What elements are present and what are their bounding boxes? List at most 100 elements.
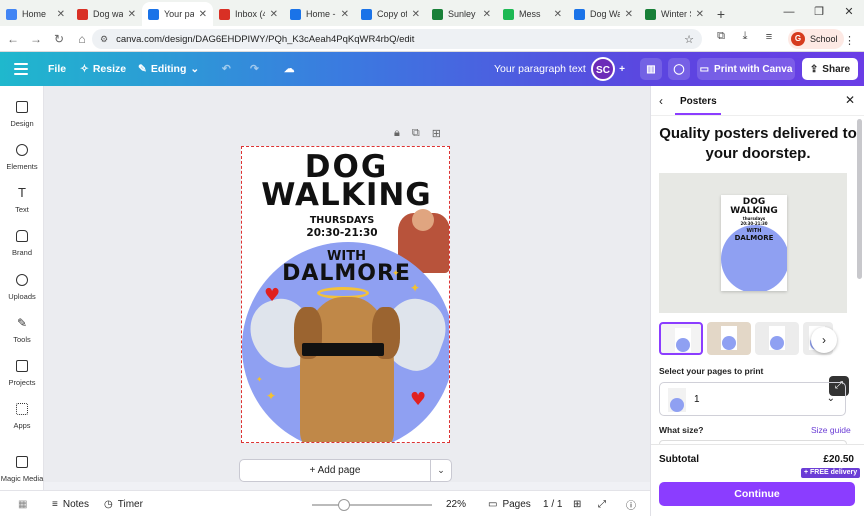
grid-view-button[interactable]: ⊞ <box>573 491 581 516</box>
sidebar-item-label: Brand <box>11 248 32 257</box>
browser-tab-bar: Home ✕ Dog wal ✕ Your pa ✕ Inbox (4 ✕ Home - ✕ Cop… <box>0 0 864 26</box>
bottom-left-icon[interactable]: ▦ <box>18 491 27 516</box>
close-tab-icon[interactable]: ✕ <box>696 9 704 20</box>
back-arrow-icon[interactable]: ‹ <box>659 94 663 108</box>
heart-icon: ♥ <box>264 285 281 306</box>
minimize-icon[interactable]: — <box>774 0 804 24</box>
continue-button[interactable]: Continue <box>659 482 855 506</box>
comments-button[interactable]: ◯ <box>668 58 690 80</box>
zoom-value[interactable]: 22% <box>446 491 466 516</box>
browser-tab[interactable]: Home - ✕ <box>284 2 355 26</box>
zoom-slider-knob[interactable] <box>338 499 350 511</box>
close-tab-icon[interactable]: ✕ <box>270 9 278 20</box>
zoom-slider[interactable] <box>312 499 432 511</box>
sidebar-item-design[interactable]: Design <box>0 101 44 128</box>
tab-title: Dog Wa <box>590 9 620 19</box>
browser-tab[interactable]: Winter S ✕ <box>639 2 710 26</box>
design-page[interactable]: DOG WALKING THURSDAYS 20:30-21:30 WITH D… <box>241 146 450 443</box>
thumbnail-1[interactable] <box>659 322 703 355</box>
close-tab-icon[interactable]: ✕ <box>554 9 562 20</box>
new-tab-button[interactable]: + <box>710 2 732 26</box>
site-info-icon[interactable]: ⚙ <box>100 34 108 45</box>
browser-tab[interactable]: Dog Wa ✕ <box>568 2 639 26</box>
tab-title: Your pa <box>164 9 194 19</box>
download-icon[interactable]: ⤓ <box>736 30 754 43</box>
browser-tab[interactable]: Inbox (4 ✕ <box>213 2 284 26</box>
page-actions: 🔒︎ ⧉ ⊞ <box>394 127 441 140</box>
sparkle-icon: ✦ <box>410 281 421 295</box>
browser-tab[interactable]: Home ✕ <box>0 2 71 26</box>
media-icon[interactable]: ≡ <box>760 31 778 43</box>
collaborator-avatar[interactable]: SC <box>591 57 615 81</box>
reload-icon[interactable]: ↻ <box>49 32 69 46</box>
design-icon <box>16 101 28 113</box>
browser-tab[interactable]: Dog wal ✕ <box>71 2 142 26</box>
lock-icon[interactable]: 🔒︎ <box>394 127 400 140</box>
redo-button[interactable]: ↷ <box>250 52 259 86</box>
cloud-save-button[interactable]: ☁ <box>284 52 295 86</box>
url-text: canva.com/design/DAG6EHDPIWY/PQh_K3cAeah… <box>116 33 415 45</box>
browser-menu-icon[interactable]: ⋮ <box>844 34 855 47</box>
size-guide-link[interactable]: Size guide <box>811 425 851 435</box>
resize-button[interactable]: ✧ Resize <box>80 52 126 86</box>
close-tab-icon[interactable]: ✕ <box>625 9 633 20</box>
print-with-canva-button[interactable]: ▭ Print with Canva <box>697 58 795 80</box>
insights-button[interactable]: ▥ <box>640 58 662 80</box>
sidebar-item-uploads[interactable]: Uploads <box>0 274 44 301</box>
tab-favicon-icon <box>574 8 585 20</box>
help-button[interactable]: ⓘ <box>626 491 636 516</box>
sidebar-item-projects[interactable]: Projects <box>0 360 44 387</box>
extensions-icon[interactable]: ⧉ <box>712 30 730 43</box>
duplicate-page-icon[interactable]: ⧉ <box>412 127 420 140</box>
share-button[interactable]: ⇪ Share <box>802 58 858 80</box>
profile-chip[interactable]: G School <box>788 29 844 49</box>
add-page-button[interactable]: + Add page <box>239 459 431 482</box>
sidebar-item-brand[interactable]: Brand <box>0 230 44 257</box>
close-tab-icon[interactable]: ✕ <box>57 9 65 20</box>
close-tab-icon[interactable]: ✕ <box>199 9 207 20</box>
close-tab-icon[interactable]: ✕ <box>483 9 491 20</box>
thumbnail-3[interactable] <box>755 322 799 355</box>
subtotal-price: £20.50 <box>823 454 854 465</box>
sidebar-item-elements[interactable]: Elements <box>0 144 44 171</box>
close-tab-icon[interactable]: ✕ <box>412 9 420 20</box>
browser-tab[interactable]: Copy of ✕ <box>355 2 426 26</box>
maximize-icon[interactable]: ❐ <box>804 0 834 24</box>
document-title-text: Your paragraph text <box>494 63 586 75</box>
add-collaborator-button[interactable]: + <box>614 58 630 80</box>
browser-tab[interactable]: Mess ✕ <box>497 2 568 26</box>
browser-tab[interactable]: Sunley D ✕ <box>426 2 497 26</box>
main-menu-icon[interactable] <box>14 63 28 75</box>
add-page-icon[interactable]: ⊞ <box>432 127 441 140</box>
sidebar-item-magic-media[interactable]: Magic Media <box>0 456 44 483</box>
panel-scrollbar[interactable] <box>857 119 862 279</box>
add-page-dropdown[interactable]: ⌄ <box>431 459 452 482</box>
zoom-label: 22% <box>446 498 467 510</box>
close-window-icon[interactable]: ✕ <box>834 0 864 24</box>
file-menu-button[interactable]: File <box>48 52 66 86</box>
fullscreen-button[interactable]: ⤢ <box>598 491 606 516</box>
pages-button[interactable]: ▭ Pages <box>488 491 531 516</box>
forward-icon[interactable]: → <box>26 32 46 46</box>
editing-mode-button[interactable]: ✎ Editing ⌄ <box>138 52 199 86</box>
back-icon[interactable]: ← <box>3 32 23 46</box>
sidebar-item-apps[interactable]: Apps <box>0 403 44 430</box>
sidebar-item-text[interactable]: T Text <box>0 186 44 214</box>
elements-icon <box>16 144 28 156</box>
bookmark-star-icon[interactable]: ☆ <box>684 33 694 46</box>
thumbnail-2[interactable] <box>707 322 751 355</box>
pages-select[interactable]: 1 ⌄ <box>659 382 846 416</box>
next-thumbnail-button[interactable]: › <box>811 327 837 353</box>
close-icon[interactable]: ✕ <box>845 93 855 107</box>
browser-tab[interactable]: Your pa ✕ <box>142 2 213 26</box>
document-title[interactable]: Your paragraph text <box>494 52 586 86</box>
close-tab-icon[interactable]: ✕ <box>128 9 136 20</box>
notes-icon: ≡ <box>52 498 58 510</box>
notes-button[interactable]: ≡ Notes <box>52 491 89 516</box>
url-field[interactable]: ⚙ canva.com/design/DAG6EHDPIWY/PQh_K3cAe… <box>92 29 702 49</box>
sidebar-item-tools[interactable]: ✎ Tools <box>0 317 44 344</box>
home-icon[interactable]: ⌂ <box>72 32 92 46</box>
close-tab-icon[interactable]: ✕ <box>341 9 349 20</box>
timer-button[interactable]: ◷ Timer <box>104 491 143 516</box>
undo-button[interactable]: ↶ <box>222 52 231 86</box>
